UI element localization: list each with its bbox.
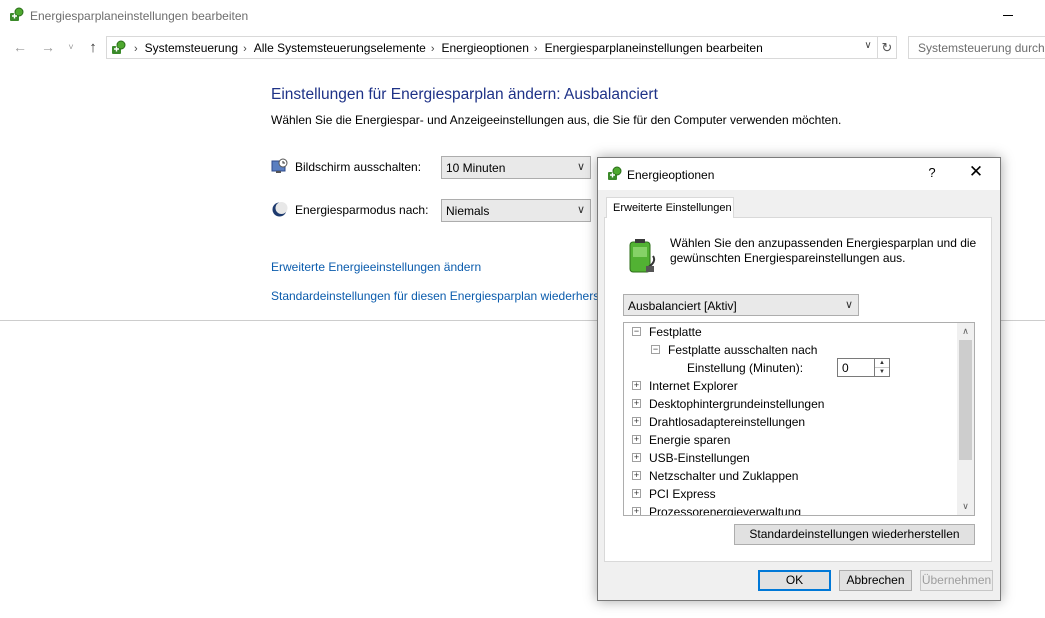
tree-item-label: Energie sparen <box>649 433 731 447</box>
battery-plug-icon <box>629 239 656 273</box>
display-off-value: 10 Minuten <box>446 161 506 175</box>
chevron-right-icon[interactable]: › <box>534 43 538 55</box>
navigation-bar: ← → ˅ ↑ › Systemsteuerung › Alle Systemsteu… <box>0 32 1045 62</box>
breadcrumb: › Systemsteuerung › Alle Systemsteuerungsel… <box>129 41 763 55</box>
advanced-settings-link[interactable]: Erweiterte Energieeinstellungen ändern <box>271 260 481 274</box>
display-off-label: Bildschirm ausschalten: <box>295 160 422 174</box>
chevron-down-icon: ∨ <box>844 299 853 311</box>
address-bar[interactable]: › Systemsteuerung › Alle Systemsteuerungsel… <box>106 36 878 59</box>
expand-icon[interactable]: + <box>632 399 641 408</box>
tree-item-label: Internet Explorer <box>649 379 738 393</box>
scroll-down-icon[interactable]: ∨ <box>957 498 974 515</box>
expand-icon[interactable]: + <box>632 471 641 480</box>
minutes-spinner[interactable]: ▲ ▼ <box>875 358 890 377</box>
up-button[interactable]: ↑ <box>84 37 102 57</box>
power-options-dialog: Energieoptionen ? ✕ Erweiterte Einstellu… <box>597 157 1001 601</box>
power-options-icon <box>608 166 622 180</box>
spin-down-icon[interactable]: ▼ <box>875 368 889 377</box>
tab-panel: Wählen Sie den anzupassenden Energiespar… <box>604 217 992 562</box>
moon-icon <box>272 202 288 217</box>
expand-icon[interactable]: + <box>632 381 641 390</box>
apply-button[interactable]: Übernehmen <box>920 570 993 591</box>
power-options-icon <box>10 7 24 21</box>
collapse-icon[interactable]: − <box>632 327 641 336</box>
breadcrumb-item-systemsteuerung[interactable]: Systemsteuerung <box>145 41 238 55</box>
window-titlebar: Energiesparplaneinstellungen bearbeiten <box>0 0 1045 32</box>
breadcrumb-item-alle-elemente[interactable]: Alle Systemsteuerungselemente <box>254 41 426 55</box>
minutes-spinner-input[interactable]: 0 <box>837 358 875 377</box>
chevron-down-icon: ∨ <box>576 161 585 173</box>
scroll-thumb[interactable] <box>959 340 972 460</box>
tree-item-label: Festplatte ausschalten nach <box>668 343 818 357</box>
plan-select-value: Ausbalanciert [Aktiv] <box>628 299 737 313</box>
minimize-button[interactable] <box>990 0 1036 32</box>
dialog-description: Wählen Sie den anzupassenden Energiespar… <box>670 236 977 265</box>
search-input[interactable]: Systemsteuerung durchsuchen <box>908 36 1045 59</box>
chevron-down-icon: ∨ <box>576 204 585 216</box>
sleep-select[interactable]: Niemals ∨ <box>441 199 591 222</box>
setting-minutes-label: Einstellung (Minuten): <box>687 361 804 375</box>
collapse-icon[interactable]: − <box>651 345 660 354</box>
recent-locations-button[interactable]: ˅ <box>64 37 78 57</box>
tree-item-label: Netzschalter und Zuklappen <box>649 469 799 483</box>
expand-icon[interactable]: + <box>632 417 641 426</box>
restore-defaults-button[interactable]: Standardeinstellungen wiederherstellen <box>734 524 975 545</box>
help-button[interactable]: ? <box>920 165 944 185</box>
tree-item-label: PCI Express <box>649 487 716 501</box>
settings-tree[interactable]: − Festplatte − Festplatte ausschalten na… <box>623 322 975 516</box>
back-button[interactable]: ← <box>10 37 30 57</box>
page-title: Einstellungen für Energiesparplan ändern… <box>271 86 658 103</box>
tree-item-label: Prozessorenergieverwaltung <box>649 505 802 516</box>
address-dropdown-icon[interactable]: ∨ <box>862 40 874 55</box>
sleep-label: Energiesparmodus nach: <box>295 203 429 217</box>
chevron-right-icon[interactable]: › <box>431 43 435 55</box>
close-button[interactable]: ✕ <box>957 162 995 186</box>
tree-item-label: USB-Einstellungen <box>649 451 750 465</box>
vertical-scrollbar[interactable]: ∧ ∨ <box>957 323 974 515</box>
expand-icon[interactable]: + <box>632 507 641 515</box>
dialog-title: Energieoptionen <box>627 168 715 182</box>
scroll-up-icon[interactable]: ∧ <box>957 323 974 340</box>
dialog-titlebar: Energieoptionen ? ✕ <box>598 158 1000 190</box>
expand-icon[interactable]: + <box>632 489 641 498</box>
chevron-right-icon: › <box>134 43 138 55</box>
tree-item-label: Drahtlosadaptereinstellungen <box>649 415 806 429</box>
breadcrumb-item-energieoptionen[interactable]: Energieoptionen <box>442 41 529 55</box>
breadcrumb-item-current[interactable]: Energiesparplaneinstellungen bearbeiten <box>545 41 763 55</box>
cancel-button[interactable]: Abbrechen <box>839 570 912 591</box>
spin-up-icon[interactable]: ▲ <box>875 359 889 368</box>
tab-advanced-settings[interactable]: Erweiterte Einstellungen <box>606 197 734 218</box>
display-off-select[interactable]: 10 Minuten ∨ <box>441 156 591 179</box>
ok-button[interactable]: OK <box>758 570 831 591</box>
forward-button[interactable]: → <box>38 37 58 57</box>
monitor-clock-icon <box>271 158 288 173</box>
expand-icon[interactable]: + <box>632 453 641 462</box>
control-panel-icon <box>112 40 126 54</box>
sleep-value: Niemals <box>446 204 490 218</box>
tree-item-label: Desktophintergrundeinstellungen <box>649 397 825 411</box>
restore-defaults-link[interactable]: Standardeinstellungen für diesen Energie… <box>271 289 597 303</box>
refresh-button[interactable]: ↻ <box>878 36 897 59</box>
tree-item-label: Festplatte <box>649 325 702 339</box>
page-subtitle: Wählen Sie die Energiespar- und Anzeigee… <box>271 113 842 127</box>
plan-select[interactable]: Ausbalanciert [Aktiv] ∨ <box>623 294 859 316</box>
expand-icon[interactable]: + <box>632 435 641 444</box>
chevron-right-icon[interactable]: › <box>243 43 247 55</box>
window-title: Energiesparplaneinstellungen bearbeiten <box>30 9 249 23</box>
